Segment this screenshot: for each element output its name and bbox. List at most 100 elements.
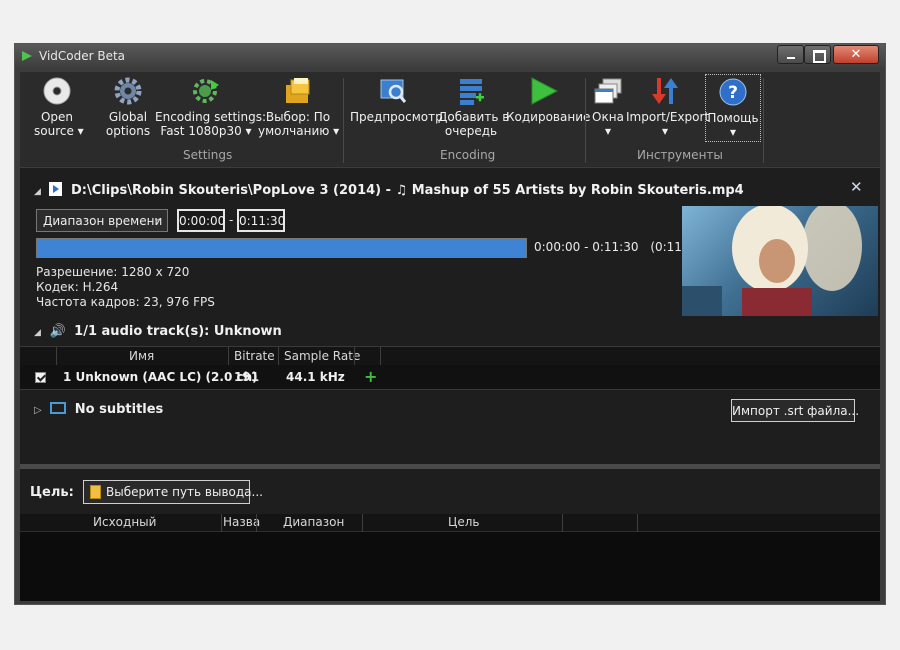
add-queue-icon [460,79,484,105]
audio-table-header: Имя Bitrate Sample Rate [20,346,880,366]
output-label: Цель: [30,485,74,500]
column-name[interactable]: Имя [129,349,154,363]
ribbon-separator [343,78,344,163]
import-export-label: Import/Export [626,110,710,124]
choose-output-path-button[interactable]: Выберите путь вывода... [83,480,263,504]
global-options-label-2: options [105,124,151,138]
ribbon-separator [763,78,764,163]
collapse-triangle-icon[interactable]: ◢ [34,187,41,197]
audio-track-checkbox[interactable] [35,372,46,383]
encoding-gear-icon [193,79,219,103]
add-to-queue-label: Добавить в [438,110,510,124]
resolution-info: Разрешение: 1280 x 720 [36,265,190,279]
maximize-button[interactable] [804,45,831,64]
close-window-button[interactable]: ✕ [833,45,879,64]
open-source-button[interactable]: Open source ▾ [34,76,84,138]
encode-label: Кодирование [506,110,591,124]
help-button[interactable]: ? Помощь ▾ [705,74,761,142]
queue-column-source[interactable]: Исходный [93,515,156,529]
column-bitrate[interactable]: Bitrate [234,349,275,363]
ribbon-toolbar: Open source ▾ Global options Encoding se… [20,72,880,167]
import-export-arrows-icon [652,78,678,104]
import-srt-button[interactable]: Импорт .srt файла... [731,399,859,422]
range-dash: - [229,213,234,227]
open-source-label-2: source ▾ [34,124,84,138]
collapse-triangle-icon[interactable]: ◢ [34,328,41,338]
source-path: D:\Clips\Robin Skouteris\PopLove 3 (2014… [70,183,744,198]
speaker-icon: 🔊 [49,324,66,339]
global-options-label: Global [108,110,148,124]
disc-icon [43,77,71,105]
audio-track-sample-rate: 44.1 kHz [286,370,345,384]
queue-column-title[interactable]: Назва [223,515,260,529]
framerate-info: Частота кадров: 23, 976 FPS [36,295,215,309]
encoding-settings-button[interactable]: Encoding settings: Fast 1080p30 ▾ [155,76,267,138]
subtitles-section-header[interactable]: ▷ No subtitles [34,401,163,417]
ribbon-separator [585,78,586,163]
add-audio-track-icon[interactable]: + [364,367,377,386]
help-label: Помощь [707,111,759,125]
source-row: ◢ D:\Clips\Robin Skouteris\PopLove 3 (20… [34,180,744,198]
subtitles-icon [50,402,67,414]
open-source-label: Open [40,110,74,124]
audio-header-text: 1/1 audio track(s): Unknown [74,324,282,339]
column-separator [380,347,381,366]
range-end-input[interactable]: 0:11:30 [237,209,285,232]
encode-button[interactable]: Кодирование [506,76,591,124]
queue-column-range[interactable]: Диапазон [283,515,344,529]
column-separator [362,514,363,532]
column-separator [637,514,638,532]
column-separator [56,347,57,366]
range-text: 0:00:00 - 0:11:30 [534,240,639,254]
range-slider-fill [37,239,526,257]
column-separator [228,347,229,366]
column-separator [562,514,563,532]
audio-section-header[interactable]: ◢ 🔊 1/1 audio track(s): Unknown [34,324,282,339]
title-bar[interactable]: VidCoder Beta ✕ [15,44,885,68]
column-separator [256,514,257,532]
queue-column-target[interactable]: Цель [448,515,479,529]
minimize-button[interactable] [777,45,804,64]
audio-track-row[interactable]: 1 Unknown (AAC LC) (2.0 ch) 191 44.1 kHz… [20,365,880,390]
range-start-input[interactable]: 0:00:00 [177,209,225,232]
video-thumbnail [682,206,878,316]
picker-label-2: умолчанию ▾ [258,124,340,138]
queue-list[interactable] [20,532,880,601]
tools-group-label: Инструменты [637,148,723,162]
chevron-down-icon: ⌄ [152,213,161,224]
gear-icon [114,77,142,105]
audio-track-bitrate: 191 [234,370,260,384]
help-label-2: ▾ [729,125,737,139]
preview-button[interactable]: Предпросмотр [350,76,443,124]
import-export-button[interactable]: Import/Export ▾ [626,76,710,138]
encoding-group-label: Encoding [440,148,496,162]
expand-triangle-icon[interactable]: ▷ [34,405,42,416]
windows-button[interactable]: Окна ▾ [590,76,626,138]
vidcoder-app-icon [22,51,32,61]
folder-icon [90,485,101,499]
audio-track-name: 1 Unknown (AAC LC) (2.0 ch) [63,370,258,384]
splitter-bar[interactable] [20,464,880,469]
range-mode-value: Диапазон времени [43,214,163,228]
encoding-settings-label: Encoding settings: [155,110,267,124]
add-to-queue-button[interactable]: Добавить в очередь [438,76,510,138]
column-separator [278,347,279,366]
range-mode-dropdown[interactable]: Диапазон времени ⌄ [36,209,168,232]
picker-button[interactable]: Выбор: По умолчанию ▾ [258,76,340,138]
windows-stack-icon [594,78,622,104]
add-to-queue-label-2: очередь [444,124,498,138]
windows-label: Окна [592,110,624,124]
help-icon: ? [719,78,747,106]
settings-group-label: Settings [183,148,233,162]
range-slider[interactable] [36,238,527,258]
video-file-icon [49,182,63,196]
global-options-button[interactable]: Global options [102,76,154,138]
encoding-settings-preset: Fast 1080p30 ▾ [160,124,252,138]
main-content: ◢ D:\Clips\Robin Skouteris\PopLove 3 (20… [20,168,880,601]
choose-output-label: Выберите путь вывода... [106,485,263,499]
close-source-icon[interactable]: ✕ [850,178,863,196]
svg-text:?: ? [728,83,738,103]
column-sample-rate[interactable]: Sample Rate [284,349,360,363]
range-readout: 0:00:00 - 0:11:30 (0:11:30) [534,240,706,254]
picker-label: Выбор: По [265,110,331,124]
